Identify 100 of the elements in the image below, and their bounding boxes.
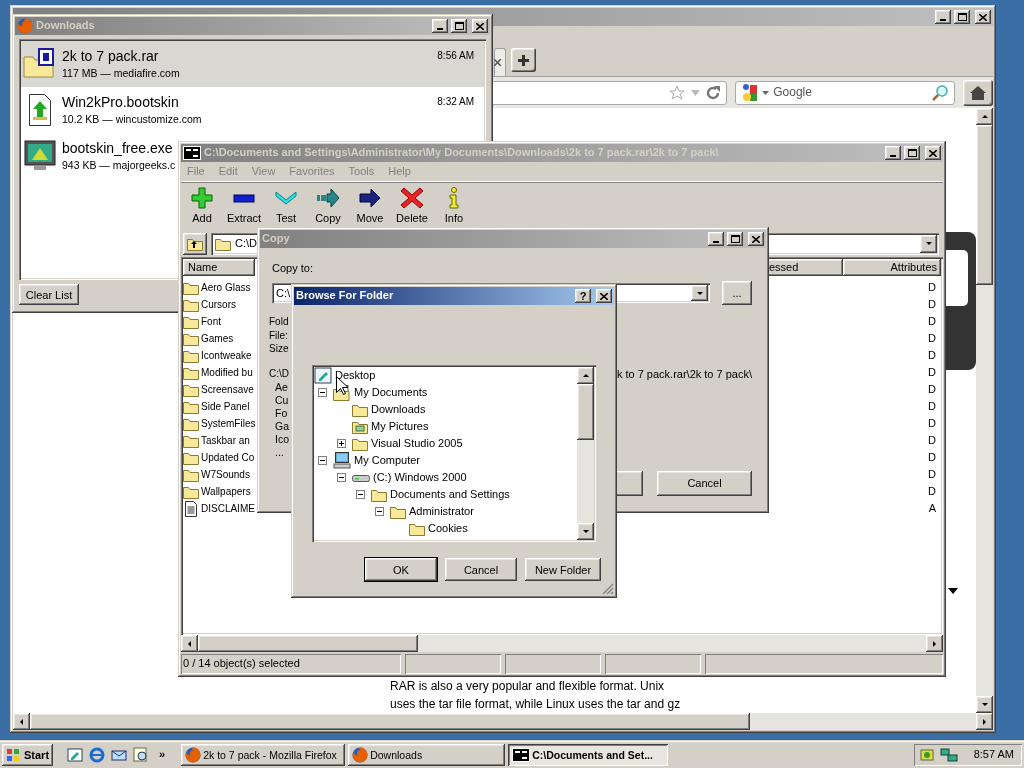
folder-icon	[352, 402, 368, 417]
collapse-icon[interactable]	[356, 490, 365, 499]
tree-item[interactable]: My Pictures	[371, 419, 429, 434]
tree-item[interactable]: My Documents	[354, 385, 428, 400]
mail-icon[interactable]	[111, 747, 128, 763]
minimize-button[interactable]	[885, 146, 901, 160]
taskbar-button[interactable]: C:\Documents and Set...	[508, 744, 669, 766]
maximize-button[interactable]	[727, 232, 743, 246]
cancel-button[interactable]: Cancel	[445, 558, 517, 581]
scrollbar[interactable]	[181, 635, 943, 652]
toolbar-button[interactable]: Extract	[223, 186, 265, 230]
tree-item[interactable]: Downloads	[371, 402, 426, 417]
tree-item[interactable]: (C:) Windows 2000	[373, 470, 467, 485]
show-desktop-icon[interactable]	[67, 747, 84, 763]
help-button[interactable]: ?	[575, 289, 591, 303]
scrollbar[interactable]	[577, 367, 594, 540]
taskbar-button[interactable]: 2k to 7 pack - Mozilla Firefox	[181, 744, 346, 766]
cancel-button[interactable]: Cancel	[657, 470, 752, 496]
scrollbar[interactable]	[976, 108, 993, 713]
maximize-button[interactable]	[451, 19, 467, 33]
file-name[interactable]: Side Panel	[201, 400, 250, 413]
tree-item[interactable]: Desktop	[335, 368, 376, 383]
collapse-icon[interactable]	[337, 473, 346, 482]
new-tab-button[interactable]	[511, 48, 536, 72]
browser-tab[interactable]	[494, 48, 506, 76]
browse-button[interactable]: ...	[722, 281, 752, 306]
file-name[interactable]: Wallpapers	[201, 485, 251, 498]
download-item[interactable]: Win2kPro.bootskin 8:32 AM 10.2 KB — wincustomize.com	[21, 87, 484, 133]
toolbar-button[interactable]: Info	[433, 186, 475, 230]
home-button[interactable]	[963, 79, 993, 106]
file-name[interactable]: Taskbar an	[201, 434, 250, 447]
scroll-up-button[interactable]	[976, 108, 993, 125]
toolbar-button[interactable]: Add	[181, 186, 223, 230]
tree-item[interactable]: My Computer	[354, 453, 421, 468]
clear-list-button[interactable]: Clear List	[19, 284, 79, 305]
ok-button[interactable]: OK	[365, 558, 437, 581]
close-button[interactable]	[596, 289, 612, 303]
scroll-left-button[interactable]	[13, 713, 30, 730]
scroll-thumb[interactable]	[976, 125, 993, 285]
up-folder-button[interactable]	[183, 232, 207, 255]
file-name[interactable]: Games	[201, 332, 234, 345]
maximize-button[interactable]	[954, 10, 970, 24]
minimize-button[interactable]	[935, 10, 951, 24]
minimize-button[interactable]	[708, 232, 724, 246]
taskbar-button[interactable]: Downloads	[348, 744, 506, 766]
file-name[interactable]: Screensave	[201, 383, 254, 396]
scroll-left-button[interactable]	[181, 635, 198, 652]
toolbar-button[interactable]: Test	[265, 186, 307, 230]
tree-item[interactable]: Documents and Settings	[390, 487, 510, 502]
close-button[interactable]	[975, 10, 991, 24]
dropdown-button[interactable]	[691, 285, 708, 302]
scroll-right-button[interactable]	[976, 713, 993, 730]
dropdown-button[interactable]	[920, 234, 937, 253]
file-name[interactable]: Modified bu	[201, 366, 253, 379]
close-button[interactable]	[472, 19, 488, 33]
scroll-up-button[interactable]	[577, 367, 594, 384]
tray-icon[interactable]	[919, 747, 936, 763]
scroll-thumb[interactable]	[577, 384, 594, 440]
search-field[interactable]: Google	[735, 80, 956, 105]
file-name[interactable]: SystemFiles	[201, 417, 256, 430]
collapse-icon[interactable]	[318, 388, 327, 397]
tree-item[interactable]: Administrator	[409, 504, 474, 519]
minimize-button[interactable]	[432, 19, 448, 33]
scroll-thumb[interactable]	[198, 635, 418, 652]
file-name[interactable]: Icontweake	[201, 349, 252, 362]
download-item[interactable]: bootskin_free.exe 943 KB — majorgeeks.c	[21, 133, 176, 179]
tree-item[interactable]: Visual Studio 2005	[371, 436, 463, 451]
file-name[interactable]: Cursors	[201, 298, 236, 311]
collapse-icon[interactable]	[318, 456, 327, 465]
scrollbar[interactable]	[13, 713, 993, 730]
column-header[interactable]: essed	[767, 259, 843, 276]
browser-icon[interactable]	[89, 747, 106, 763]
scroll-down-button[interactable]	[976, 696, 993, 713]
toolbar-button[interactable]: Move	[349, 186, 391, 230]
scroll-right-button[interactable]	[926, 635, 943, 652]
file-name[interactable]: Updated Co	[201, 451, 255, 464]
file-name[interactable]: Aero Glass	[201, 281, 251, 294]
collapse-icon[interactable]	[375, 507, 384, 516]
folder-icon	[183, 348, 199, 363]
scroll-thumb[interactable]	[30, 713, 750, 730]
more-button[interactable]: »	[159, 748, 166, 762]
maximize-button[interactable]	[904, 146, 920, 160]
caret-icon	[696, 289, 703, 297]
close-button[interactable]	[748, 232, 764, 246]
new-folder-button[interactable]: New Folder	[525, 558, 601, 581]
scroll-down-button[interactable]	[577, 523, 594, 540]
close-button[interactable]	[925, 146, 941, 160]
expand-icon[interactable]	[337, 439, 346, 448]
start-button[interactable]: Start	[2, 744, 54, 766]
column-header[interactable]: Name	[183, 259, 255, 276]
download-item[interactable]: 2k to 7 pack.rar 8:56 AM 117 MB — mediafire.com	[21, 41, 484, 87]
tree-item[interactable]: Cookies	[428, 521, 468, 536]
file-name[interactable]: Font	[201, 315, 221, 328]
file-name[interactable]: W7Sounds	[201, 468, 250, 481]
file-name[interactable]: DISCLAIME	[201, 502, 255, 515]
column-header[interactable]: Attributes	[843, 259, 941, 276]
network-icon[interactable]	[939, 747, 958, 763]
toolbar-button[interactable]: Copy	[307, 186, 349, 230]
search-icon[interactable]	[133, 747, 150, 763]
toolbar-button[interactable]: Delete	[391, 186, 433, 230]
